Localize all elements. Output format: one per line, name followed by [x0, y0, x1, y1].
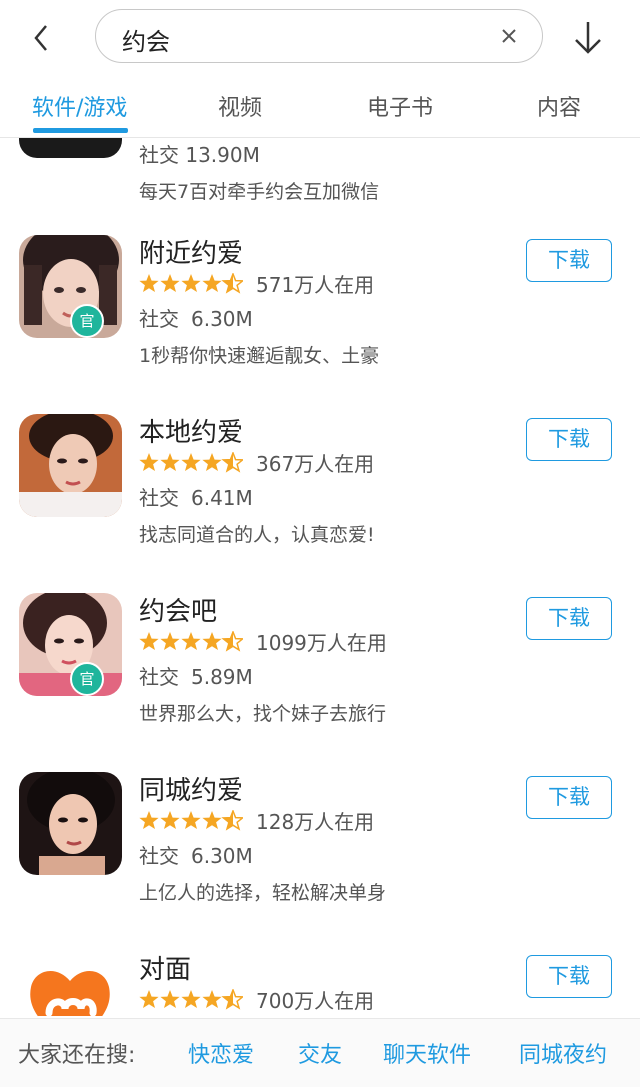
- list-item[interactable]: 社交 13.90M 每天7百对牵手约会互加微信: [0, 138, 640, 208]
- list-item[interactable]: 同城约爱 128万人在用 社交 6.30M 上亿人的选择，轻松解决单身 下载: [0, 772, 640, 951]
- app-description: 每天7百对牵手约会互加微信: [139, 181, 380, 203]
- official-badge: 官: [70, 662, 104, 696]
- download-arrow-icon[interactable]: [566, 16, 610, 60]
- download-button[interactable]: 下载: [526, 418, 612, 461]
- app-name: 约会吧: [139, 597, 218, 627]
- user-count: 367万人在用: [256, 452, 375, 476]
- close-icon[interactable]: [496, 23, 522, 49]
- download-button[interactable]: 下载: [526, 597, 612, 640]
- app-size: 6.41M: [191, 486, 253, 510]
- app-category: 社交: [139, 307, 179, 331]
- star-rating: [139, 989, 243, 1010]
- related-searches-label: 大家还在搜:: [18, 1043, 136, 1068]
- user-count: 1099万人在用: [256, 631, 387, 655]
- user-count: 571万人在用: [256, 273, 375, 297]
- app-meta: 社交 6.41M: [139, 482, 253, 511]
- related-searches-bar: 大家还在搜: 快恋爱 交友 聊天软件 同城夜约: [0, 1018, 640, 1087]
- app-category: 社交: [139, 665, 179, 689]
- app-description: 找志同道合的人，认真恋爱!: [139, 524, 375, 546]
- star-rating: [139, 452, 243, 473]
- app-meta: 社交 6.30M: [139, 303, 253, 332]
- app-size: 6.30M: [191, 844, 253, 868]
- user-count: 128万人在用: [256, 810, 375, 834]
- app-meta: 社交 13.90M: [139, 143, 260, 167]
- search-input[interactable]: 约会: [95, 9, 543, 63]
- official-badge: 官: [70, 304, 104, 338]
- category-tabs: 软件/游戏 视频 电子书 内容: [0, 76, 640, 138]
- app-icon: [19, 414, 122, 517]
- chevron-left-icon: [34, 25, 47, 51]
- tab-video[interactable]: 视频: [218, 90, 262, 122]
- app-description: 世界那么大，找个妹子去旅行: [139, 703, 387, 725]
- download-button[interactable]: 下载: [526, 239, 612, 282]
- download-button[interactable]: 下载: [526, 955, 612, 998]
- app-category: 社交: [139, 486, 179, 510]
- back-button[interactable]: [22, 18, 62, 58]
- top-bar: 约会: [0, 0, 640, 76]
- list-item[interactable]: 本地约爱 367万人在用 社交 6.41M 找志同道合的人，认真恋爱! 下载: [0, 414, 640, 593]
- app-icon: [19, 951, 122, 1016]
- app-description: 上亿人的选择，轻松解决单身: [139, 882, 387, 904]
- tab-ebook[interactable]: 电子书: [367, 90, 433, 122]
- app-name: 附近约爱: [139, 239, 244, 269]
- app-description: 1秒帮你快速邂逅靓女、土豪: [139, 345, 380, 367]
- app-name: 同城约爱: [139, 776, 244, 806]
- app-icon: [19, 772, 122, 875]
- app-result-list[interactable]: 社交 13.90M 每天7百对牵手约会互加微信 官 附近约爱 571万人在用 社…: [0, 138, 640, 1016]
- active-tab-indicator: [33, 128, 128, 133]
- star-rating: [139, 273, 243, 294]
- tab-content[interactable]: 内容: [537, 90, 581, 122]
- related-search-link[interactable]: 同城夜约: [519, 1037, 607, 1069]
- app-name: 本地约爱: [139, 418, 244, 448]
- list-item[interactable]: 官 约会吧 1099万人在用 社交 5.89M 世界那么大，找个妹子去旅行 下载: [0, 593, 640, 772]
- star-rating: [139, 810, 243, 831]
- tab-software-games[interactable]: 软件/游戏: [32, 90, 127, 122]
- user-count: 700万人在用: [256, 989, 375, 1013]
- app-icon: [19, 138, 122, 158]
- app-size: 5.89M: [191, 665, 253, 689]
- app-meta: 社交 6.30M: [139, 840, 253, 869]
- related-search-link[interactable]: 快恋爱: [188, 1037, 254, 1069]
- list-item[interactable]: 官 附近约爱 571万人在用 社交 6.30M 1秒帮你快速邂逅靓女、土豪 下载: [0, 235, 640, 414]
- related-search-link[interactable]: 交友: [298, 1037, 342, 1069]
- search-query[interactable]: 约会: [122, 22, 170, 57]
- app-category: 社交: [139, 844, 179, 868]
- app-name: 对面: [139, 955, 192, 985]
- app-meta: 社交 5.89M: [139, 661, 253, 690]
- list-item[interactable]: 对面 700万人在用 下载: [0, 951, 640, 1016]
- app-size: 6.30M: [191, 307, 253, 331]
- star-rating: [139, 631, 243, 652]
- download-button[interactable]: 下载: [526, 776, 612, 819]
- related-search-link[interactable]: 聊天软件: [383, 1037, 471, 1069]
